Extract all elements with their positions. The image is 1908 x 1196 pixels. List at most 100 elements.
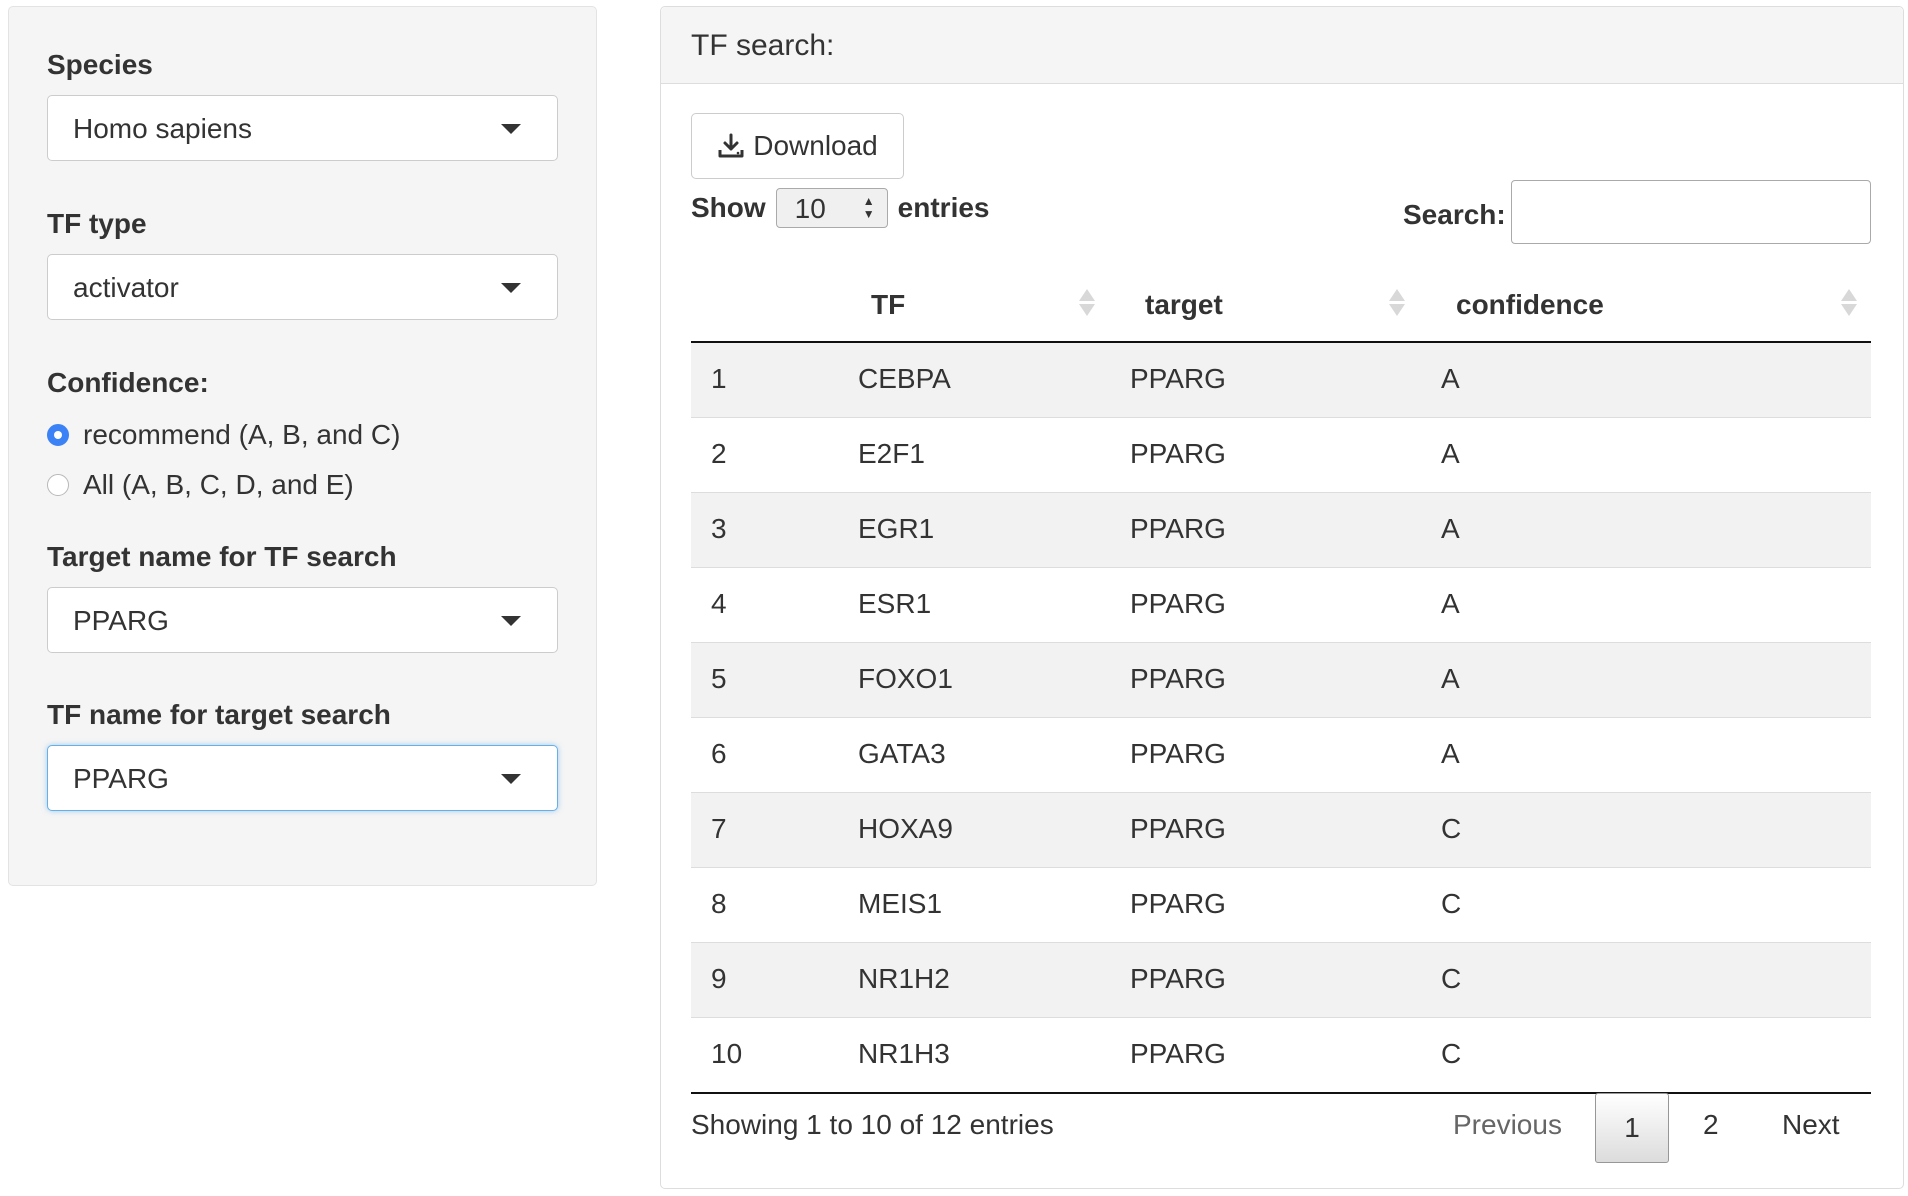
tf-type-label: TF type	[47, 208, 147, 239]
species-select-value: Homo sapiens	[73, 113, 252, 144]
table-row: 9 NR1H2 PPARG C	[691, 943, 1871, 1018]
chevron-down-icon	[501, 774, 521, 784]
table-cell: PPARG	[1130, 1038, 1226, 1069]
confidence-label: Confidence:	[47, 367, 209, 398]
table-body: 1 CEBPA PPARG A 2 E2F1 PPARG A 3 EGR1 PPARG A 4 ESR1 P…	[691, 343, 1871, 1094]
column-header-target[interactable]: target	[1145, 289, 1223, 321]
table-row: 1 CEBPA PPARG A	[691, 343, 1871, 418]
chevron-down-icon	[501, 124, 521, 134]
table-row: 6 GATA3 PPARG A	[691, 718, 1871, 793]
table-row: 2 E2F1 PPARG A	[691, 418, 1871, 493]
table-header: TF target confidence	[691, 267, 1871, 343]
pagination-page-2[interactable]: 2	[1703, 1109, 1719, 1141]
pagination-page-1[interactable]: 1	[1595, 1093, 1669, 1163]
table-row: 8 MEIS1 PPARG C	[691, 868, 1871, 943]
table-cell: 6	[711, 738, 727, 769]
table-cell: PPARG	[1130, 363, 1226, 394]
target-name-select[interactable]: PPARG	[47, 587, 558, 653]
confidence-option-label: recommend (A, B, and C)	[83, 419, 401, 450]
table-cell: MEIS1	[858, 888, 943, 919]
tf-type-select[interactable]: activator	[47, 254, 558, 320]
chevron-down-icon	[501, 283, 521, 293]
updown-arrows-icon: ▲ ▼	[862, 194, 875, 221]
column-header-tf[interactable]: TF	[871, 289, 905, 321]
radio-checked-icon[interactable]	[47, 424, 69, 446]
table-row: 4 ESR1 PPARG A	[691, 568, 1871, 643]
table-cell: PPARG	[1130, 513, 1226, 544]
entries-length-control: Show 10 ▲ ▼ entries	[691, 185, 990, 231]
table-cell: E2F1	[858, 438, 925, 469]
table-cell: PPARG	[1130, 438, 1226, 469]
entries-length-select[interactable]: 10 ▲ ▼	[775, 188, 888, 228]
table-cell: 10	[711, 1038, 743, 1069]
search-input[interactable]	[1511, 180, 1871, 244]
pagination-previous[interactable]: Previous	[1453, 1109, 1562, 1141]
sort-icon[interactable]	[1079, 287, 1095, 319]
table-cell: A	[1441, 663, 1460, 694]
table-cell: 1	[711, 363, 727, 394]
table-cell: 4	[711, 588, 727, 619]
table-cell: GATA3	[858, 738, 946, 769]
table-cell: A	[1441, 588, 1460, 619]
panel-title: TF search:	[691, 29, 835, 62]
table-cell: 9	[711, 963, 727, 994]
target-name-select-value: PPARG	[73, 605, 169, 636]
panel-heading: TF search:	[661, 7, 1903, 84]
table-cell: 5	[711, 663, 727, 694]
table-cell: CEBPA	[858, 363, 951, 394]
target-name-label: Target name for TF search	[47, 541, 397, 572]
download-label: Download	[753, 130, 878, 161]
table-cell: PPARG	[1130, 663, 1226, 694]
confidence-option-all[interactable]: All (A, B, C, D, and E)	[47, 467, 354, 503]
table-cell: C	[1441, 963, 1462, 994]
radio-unchecked-icon[interactable]	[47, 474, 69, 496]
table-cell: 7	[711, 813, 727, 844]
table-row: 7 HOXA9 PPARG C	[691, 793, 1871, 868]
tf-search-panel: TF search: Download Show 10 ▲ ▼ entries S…	[660, 6, 1904, 1189]
sort-icon[interactable]	[1389, 287, 1405, 319]
tf-name-select[interactable]: PPARG	[47, 745, 558, 811]
table-cell: NR1H2	[858, 963, 950, 994]
table-cell: A	[1441, 513, 1460, 544]
chevron-down-icon	[501, 616, 521, 626]
table-cell: 8	[711, 888, 727, 919]
table-row: 10 NR1H3 PPARG C	[691, 1018, 1871, 1094]
tf-type-select-value: activator	[73, 272, 179, 303]
table-info: Showing 1 to 10 of 12 entries	[691, 1109, 1054, 1140]
table-cell: C	[1441, 1038, 1462, 1069]
table-cell: 2	[711, 438, 727, 469]
sort-icon[interactable]	[1841, 287, 1857, 319]
table-cell: PPARG	[1130, 813, 1226, 844]
species-label: Species	[47, 49, 153, 80]
table-cell: PPARG	[1130, 738, 1226, 769]
table-row: 5 FOXO1 PPARG A	[691, 643, 1871, 718]
table-cell: PPARG	[1130, 888, 1226, 919]
tf-name-label: TF name for target search	[47, 699, 391, 730]
table-cell: PPARG	[1130, 963, 1226, 994]
table-cell: NR1H3	[858, 1038, 950, 1069]
search-label: Search:	[1403, 199, 1506, 230]
table-cell: A	[1441, 738, 1460, 769]
table-row: 3 EGR1 PPARG A	[691, 493, 1871, 568]
table-cell: EGR1	[858, 513, 935, 544]
results-table: TF target confidence 1 CEBPA PPARG A 2 E2F1 PP…	[691, 267, 1871, 1094]
entries-length-value: 10	[794, 193, 826, 224]
confidence-option-label: All (A, B, C, D, and E)	[83, 469, 354, 500]
sidebar-panel: Species Homo sapiens TF type activator C…	[8, 6, 597, 886]
table-cell: ESR1	[858, 588, 932, 619]
table-cell: A	[1441, 438, 1460, 469]
table-cell: A	[1441, 363, 1460, 394]
species-select[interactable]: Homo sapiens	[47, 95, 558, 161]
pagination-next[interactable]: Next	[1782, 1109, 1840, 1141]
table-cell: 3	[711, 513, 727, 544]
download-button[interactable]: Download	[691, 113, 904, 179]
table-cell: FOXO1	[858, 663, 953, 694]
column-header-confidence[interactable]: confidence	[1456, 289, 1604, 321]
table-cell: PPARG	[1130, 588, 1226, 619]
show-label: Show	[691, 192, 766, 223]
confidence-option-recommend[interactable]: recommend (A, B, and C)	[47, 417, 400, 453]
download-icon	[718, 133, 744, 158]
table-cell: C	[1441, 813, 1462, 844]
table-cell: HOXA9	[858, 813, 953, 844]
tf-name-select-value: PPARG	[73, 763, 169, 794]
